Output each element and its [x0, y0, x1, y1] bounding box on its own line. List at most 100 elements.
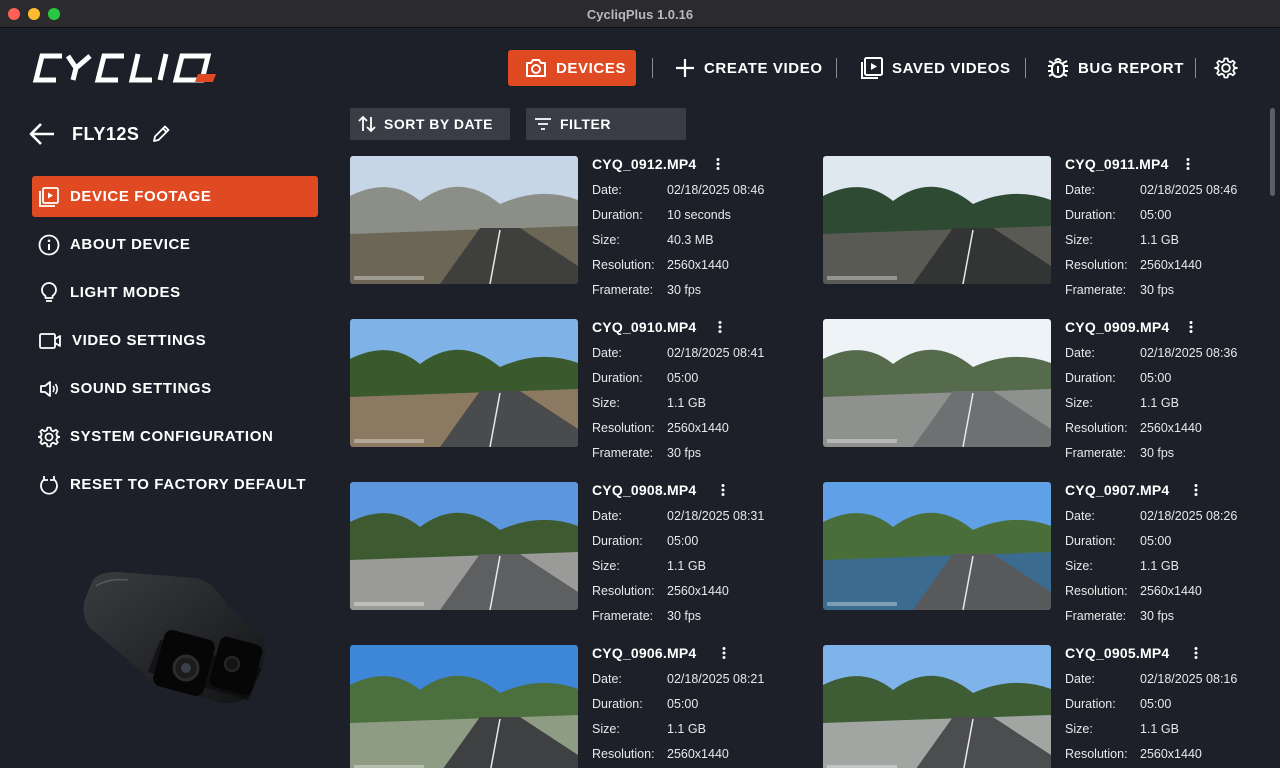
video-resolution-value: 2560x1440 [1140, 584, 1202, 598]
video-filename: CYQ_0911.MP4 [1065, 156, 1169, 172]
video-size-row: Size: 1.1 GB [1065, 722, 1179, 736]
back-arrow-icon[interactable] [28, 120, 56, 148]
sidebar-item-label: DEVICE FOOTAGE [70, 188, 212, 205]
video-thumbnail[interactable] [823, 156, 1051, 284]
video-date-row: Date: 02/18/2025 08:46 [592, 183, 764, 197]
video-resolution-label: Resolution: [592, 421, 655, 435]
video-framerate-label: Framerate: [592, 609, 654, 623]
video-resolution-label: Resolution: [592, 258, 655, 272]
video-card[interactable]: CYQ_0909.MP4 Date: 02/18/2025 08:36 Duratio… [823, 319, 1263, 469]
video-duration-label: Duration: [1065, 208, 1116, 222]
video-date-value: 02/18/2025 08:46 [1140, 183, 1238, 197]
video-duration-row: Duration: 05:00 [1065, 534, 1171, 548]
sidebar-item-label: VIDEO SETTINGS [72, 332, 207, 349]
video-thumbnail[interactable] [350, 482, 578, 610]
more-options-icon[interactable] [712, 157, 724, 171]
video-card[interactable]: CYQ_0910.MP4 Date: 02/18/2025 08:41 Duratio… [350, 319, 790, 469]
video-thumbnail[interactable] [350, 156, 578, 284]
video-card[interactable]: CYQ_0906.MP4 Date: 02/18/2025 08:21 Duratio… [350, 645, 790, 768]
video-duration-value: 05:00 [667, 697, 699, 711]
video-framerate-value: 30 fps [667, 609, 702, 623]
video-duration-label: Duration: [1065, 534, 1116, 548]
video-thumbnail[interactable] [823, 645, 1051, 768]
video-framerate-row: Framerate: 30 fps [1065, 609, 1174, 623]
sidebar-item-video-settings[interactable]: VIDEO SETTINGS [32, 320, 318, 361]
video-size-row: Size: 1.1 GB [592, 722, 706, 736]
video-card[interactable]: CYQ_0905.MP4 Date: 02/18/2025 08:16 Duratio… [823, 645, 1263, 768]
video-size-row: Size: 1.1 GB [592, 559, 706, 573]
more-options-icon[interactable] [1190, 483, 1202, 497]
sidebar-item-reset-factory-default[interactable]: RESET TO FACTORY DEFAULT [32, 464, 318, 505]
video-date-value: 02/18/2025 08:36 [1140, 346, 1238, 360]
video-card[interactable]: CYQ_0908.MP4 Date: 02/18/2025 08:31 Duratio… [350, 482, 790, 632]
sidebar-item-light-modes[interactable]: LIGHT MODES [32, 272, 318, 313]
nav-create-video-button[interactable]: CREATE VIDEO [674, 50, 823, 86]
filter-label: FILTER [560, 116, 611, 132]
video-resolution-row: Resolution: 2560x1440 [592, 747, 729, 761]
sidebar-item-label: SYSTEM CONFIGURATION [70, 428, 274, 445]
video-duration-label: Duration: [592, 697, 643, 711]
top-navigation: DEVICES CREATE VIDEO SAVED VIDEOS BUG RE… [0, 50, 1280, 86]
more-options-icon[interactable] [1182, 157, 1194, 171]
more-options-icon[interactable] [718, 646, 730, 660]
video-date-row: Date: 02/18/2025 08:46 [1065, 183, 1237, 197]
sidebar-item-about-device[interactable]: ABOUT DEVICE [32, 224, 318, 265]
sidebar-item-device-footage[interactable]: DEVICE FOOTAGE [32, 176, 318, 217]
video-framerate-value: 30 fps [1140, 283, 1175, 297]
video-duration-label: Duration: [1065, 697, 1116, 711]
video-duration-row: Duration: 05:00 [592, 697, 698, 711]
bulb-icon [41, 281, 57, 302]
settings-button[interactable] [1214, 50, 1246, 86]
video-filename: CYQ_0912.MP4 [592, 156, 697, 172]
video-thumbnail[interactable] [350, 645, 578, 768]
nav-saved-videos-button[interactable]: SAVED VIDEOS [860, 50, 1011, 86]
video-framerate-row: Framerate: 30 fps [1065, 283, 1174, 297]
video-size-row: Size: 1.1 GB [1065, 396, 1179, 410]
nav-bug-report-button[interactable]: BUG REPORT [1046, 50, 1184, 86]
video-card[interactable]: CYQ_0907.MP4 Date: 02/18/2025 08:26 Duratio… [823, 482, 1263, 632]
sidebar-item-system-configuration[interactable]: SYSTEM CONFIGURATION [32, 416, 318, 457]
more-options-icon[interactable] [1185, 320, 1197, 334]
sidebar-item-label: SOUND SETTINGS [70, 380, 212, 397]
sidebar-item-label: RESET TO FACTORY DEFAULT [70, 476, 307, 493]
edit-pencil-icon[interactable] [151, 124, 171, 144]
video-resolution-row: Resolution: 2560x1440 [592, 584, 729, 598]
video-filename: CYQ_0910.MP4 [592, 319, 697, 335]
scrollbar-track[interactable] [1268, 106, 1276, 768]
device-product-image [83, 572, 265, 704]
video-resolution-label: Resolution: [1065, 421, 1128, 435]
nav-divider [652, 58, 653, 78]
more-options-icon[interactable] [714, 320, 726, 334]
video-framerate-value: 30 fps [1140, 609, 1175, 623]
scrollbar-thumb[interactable] [1270, 108, 1275, 196]
video-size-label: Size: [592, 233, 620, 247]
video-resolution-label: Resolution: [1065, 747, 1128, 761]
video-framerate-value: 30 fps [667, 283, 702, 297]
video-resolution-value: 2560x1440 [1140, 421, 1202, 435]
video-thumbnail[interactable] [823, 482, 1051, 610]
filter-button[interactable]: FILTER [526, 108, 686, 140]
gear-icon [38, 426, 60, 447]
nav-bug-report-label: BUG REPORT [1078, 59, 1185, 77]
video-resolution-label: Resolution: [1065, 258, 1128, 272]
video-date-label: Date: [592, 183, 622, 197]
more-options-icon[interactable] [717, 483, 729, 497]
video-framerate-label: Framerate: [1065, 446, 1127, 460]
video-thumbnail[interactable] [823, 319, 1051, 447]
more-options-icon[interactable] [1190, 646, 1202, 660]
video-size-value: 1.1 GB [1140, 396, 1179, 410]
video-size-value: 1.1 GB [667, 559, 706, 573]
gear-icon [1214, 57, 1238, 79]
nav-devices-button[interactable]: DEVICES [508, 50, 636, 86]
video-date-row: Date: 02/18/2025 08:41 [592, 346, 764, 360]
video-size-value: 40.3 MB [667, 233, 714, 247]
video-size-row: Size: 1.1 GB [1065, 233, 1179, 247]
video-thumbnail[interactable] [350, 319, 578, 447]
sidebar-item-sound-settings[interactable]: SOUND SETTINGS [32, 368, 318, 409]
sort-by-date-button[interactable]: SORT BY DATE [350, 108, 510, 140]
video-date-label: Date: [1065, 509, 1095, 523]
video-card[interactable]: CYQ_0911.MP4 Date: 02/18/2025 08:46 Duratio… [823, 156, 1263, 306]
window-title: CycliqPlus 1.0.16 [586, 7, 694, 22]
video-card[interactable]: CYQ_0912.MP4 Date: 02/18/2025 08:46 Duratio… [350, 156, 790, 306]
video-resolution-label: Resolution: [592, 584, 655, 598]
